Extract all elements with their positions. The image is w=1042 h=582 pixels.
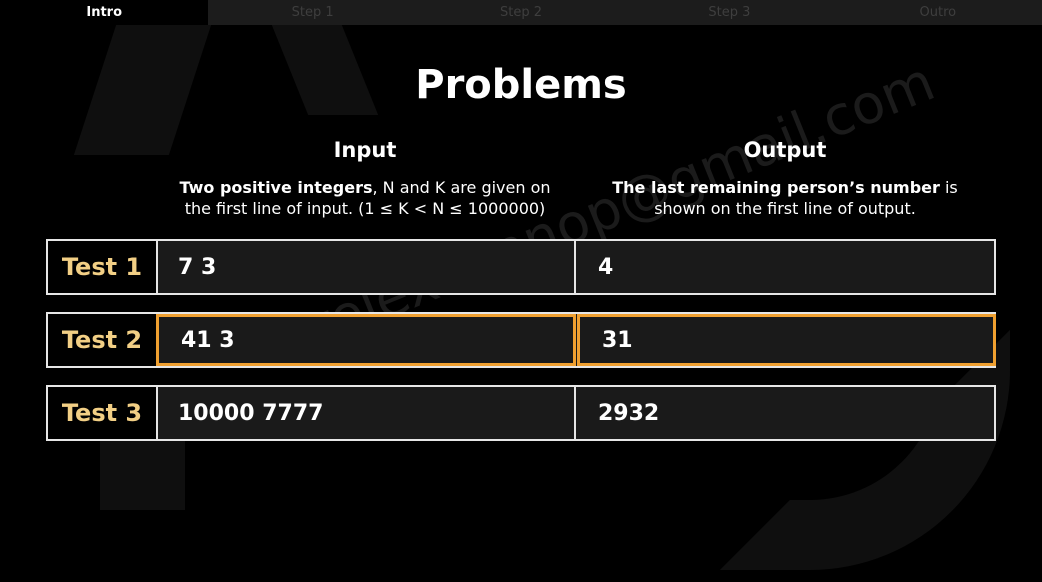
test-label: Test 2 bbox=[48, 314, 158, 366]
test-output-value: 2932 bbox=[598, 400, 660, 426]
test-output-value: 31 bbox=[577, 314, 996, 366]
output-desc-bold: The last remaining person’s number bbox=[612, 178, 940, 197]
background-shape bbox=[100, 440, 185, 510]
output-desc-rest: is bbox=[939, 178, 958, 197]
tab-step-1[interactable]: Step 1 bbox=[208, 0, 416, 25]
test-input-value: 41 3 bbox=[156, 314, 576, 366]
test-label: Test 3 bbox=[48, 387, 158, 439]
tab-intro[interactable]: Intro bbox=[0, 0, 209, 25]
test-input-value: 7 3 bbox=[156, 241, 576, 293]
test-row-3: Test 3 10000 7777 2932 bbox=[46, 385, 996, 441]
input-heading: Input bbox=[333, 138, 397, 162]
step-tab-bar: Intro Step 1 Step 2 Step 3 Outro bbox=[0, 0, 1042, 25]
input-desc-rest: , N and K are given on bbox=[372, 178, 551, 197]
page-title: Problems bbox=[415, 62, 627, 108]
output-heading: Output bbox=[743, 138, 827, 162]
test-input-value: 10000 7777 bbox=[156, 387, 576, 439]
output-description: The last remaining person’s number is sh… bbox=[575, 177, 995, 219]
test-output-value: 4 bbox=[598, 254, 614, 280]
test-row-1: Test 1 7 3 4 bbox=[46, 239, 996, 295]
input-desc-line2: the first line of input. (1 ≤ K < N ≤ 10… bbox=[184, 199, 546, 218]
test-label: Test 1 bbox=[48, 241, 158, 293]
tab-step-2[interactable]: Step 2 bbox=[417, 0, 625, 25]
tab-step-3[interactable]: Step 3 bbox=[625, 0, 833, 25]
input-desc-bold: Two positive integers bbox=[179, 178, 373, 197]
tab-outro[interactable]: Outro bbox=[834, 0, 1042, 25]
input-description: Two positive integers, N and K are given… bbox=[155, 177, 575, 219]
test-row-2: Test 2 41 3 31 bbox=[46, 312, 996, 368]
output-desc-line2: shown on the first line of output. bbox=[654, 199, 916, 218]
